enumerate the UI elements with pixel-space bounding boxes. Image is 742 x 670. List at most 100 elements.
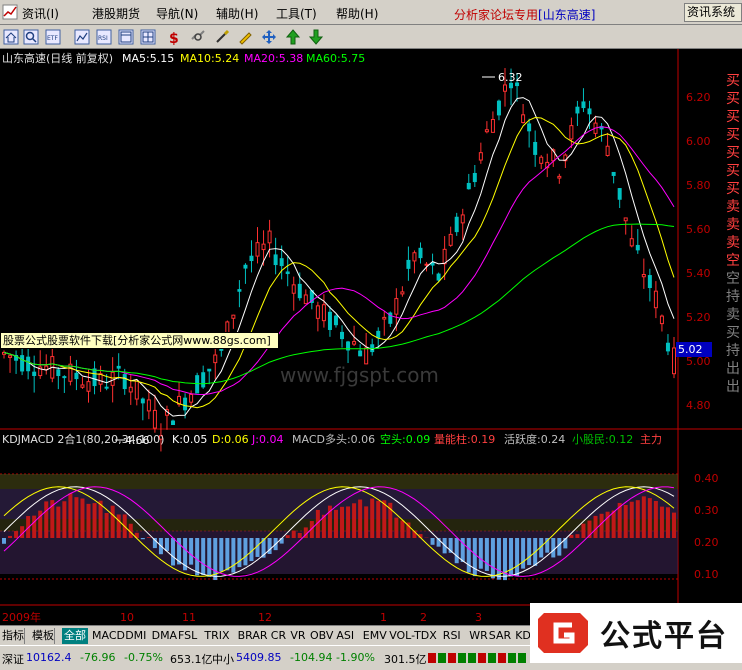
pencil-icon[interactable] xyxy=(237,29,253,45)
tab-dma[interactable]: DMA xyxy=(152,628,178,644)
candle-body xyxy=(605,145,610,156)
etf-icon[interactable]: ETF xyxy=(45,29,61,45)
zx-amount: 301.5亿 xyxy=(384,653,427,666)
indicator-bar xyxy=(484,538,489,571)
tab-macd[interactable]: MACD xyxy=(92,628,125,644)
indicator-bar xyxy=(104,513,109,538)
indicator-bar xyxy=(171,538,176,566)
market-block xyxy=(428,653,436,663)
menu-tools[interactable]: 工具(T) xyxy=(276,5,317,22)
indicator-bar xyxy=(207,538,212,577)
indicator-bar xyxy=(44,501,49,538)
candle-body xyxy=(653,290,658,309)
indicator-bar xyxy=(611,510,616,538)
home-icon[interactable] xyxy=(3,29,19,45)
chart-area[interactable]: 山东高速(日线 前复权) MA5:5.15 MA10:5.24 MA20:5.3… xyxy=(0,49,742,625)
tab--[interactable]: 模板 xyxy=(32,628,55,644)
tab-dmi[interactable]: DMI xyxy=(125,628,146,644)
sz-amount: 653.1亿 xyxy=(170,653,213,666)
sz-label: 深证 xyxy=(2,653,24,666)
menu-hk-futures[interactable]: 港股期货 xyxy=(92,5,140,22)
move-icon[interactable] xyxy=(261,29,277,45)
candle-body xyxy=(460,214,465,224)
indicator-bar xyxy=(56,506,61,538)
candle-body xyxy=(20,355,25,372)
indicator-bar xyxy=(285,535,290,538)
tab--[interactable]: 全部 xyxy=(62,628,88,644)
signal-char: 买 xyxy=(726,91,740,107)
info-system-button[interactable]: 资讯系统 xyxy=(684,3,742,22)
tab-trix[interactable]: TRIX xyxy=(204,628,229,644)
candle-body xyxy=(448,233,453,246)
dollar-icon[interactable]: $ xyxy=(166,29,182,45)
month-tick: 11 xyxy=(182,611,196,624)
market-block xyxy=(468,653,476,663)
signal-char: 持 xyxy=(726,343,740,359)
sz-change: -76.96 xyxy=(80,651,116,664)
candle-body xyxy=(412,252,417,262)
tab-fsl[interactable]: FSL xyxy=(178,628,197,644)
signal-char: 卖 xyxy=(726,235,740,251)
brush-icon[interactable] xyxy=(214,29,230,45)
candle-body xyxy=(496,100,501,116)
candle-body xyxy=(303,294,308,305)
rsi-icon[interactable]: RSI xyxy=(96,29,112,45)
indicator-bar xyxy=(80,498,85,538)
down-arrow-icon[interactable] xyxy=(308,29,324,45)
zx-value: 5409.85 xyxy=(236,651,282,664)
candle-body xyxy=(231,314,236,319)
grid-icon[interactable] xyxy=(140,29,156,45)
signal-char: 卖 xyxy=(726,199,740,215)
indicator-active: 活跃度:0.24 xyxy=(504,432,565,446)
tab-asi[interactable]: ASI xyxy=(336,628,354,644)
chart-icon[interactable] xyxy=(74,29,90,45)
zx-change: -104.94 xyxy=(290,651,333,664)
menu-assist[interactable]: 辅助(H) xyxy=(216,5,258,22)
indicator-bar xyxy=(333,509,338,538)
ad-banner[interactable]: 股票公式股票软件下载[分析家公式网www.88gs.com] xyxy=(0,332,279,349)
menu-navigate[interactable]: 导航(N) xyxy=(156,5,198,22)
window-icon[interactable] xyxy=(118,29,134,45)
high-label: 6.32 xyxy=(498,71,523,84)
tab-rsi[interactable]: RSI xyxy=(443,628,461,644)
indicator-bar xyxy=(382,500,387,538)
candle-body xyxy=(134,380,139,400)
indicator-bar xyxy=(201,538,206,576)
indicator-title: KDJMACD 2合1(80,20,34,100) xyxy=(2,432,164,446)
tab-sar[interactable]: SAR xyxy=(489,628,511,644)
candle-body xyxy=(201,372,206,388)
menu-help[interactable]: 帮助(H) xyxy=(336,5,378,22)
candle-body xyxy=(327,311,332,330)
signal-char: 卖 xyxy=(726,217,740,233)
chart-title: 山东高速(日线 前复权) xyxy=(2,51,113,65)
indicator-bar xyxy=(74,497,79,538)
signal-char: 持 xyxy=(726,289,740,305)
indicator-bar xyxy=(14,531,19,538)
tab-brar[interactable]: BRAR xyxy=(238,628,268,644)
candle-body xyxy=(171,420,176,426)
search-icon[interactable] xyxy=(23,29,39,45)
tab-vol-tdx[interactable]: VOL-TDX xyxy=(389,628,437,644)
candle-body xyxy=(581,101,586,109)
price-tick: 6.20 xyxy=(686,91,711,104)
indicator-bar xyxy=(551,538,556,558)
tab-vr[interactable]: VR xyxy=(290,628,305,644)
menu-info[interactable]: 资讯(I) xyxy=(22,5,59,22)
indicator-bar xyxy=(358,499,363,538)
candle-body xyxy=(569,125,574,140)
tab-cr[interactable]: CR xyxy=(271,628,286,644)
tab-emv[interactable]: EMV xyxy=(363,628,387,644)
indicator-bar xyxy=(291,530,296,538)
app-logo-icon[interactable] xyxy=(2,4,18,20)
up-arrow-icon[interactable] xyxy=(285,29,301,45)
indicator-bar xyxy=(62,501,67,538)
candle-body xyxy=(237,289,242,292)
indicator-bar xyxy=(32,515,37,538)
platform-badge[interactable]: 公式平台 xyxy=(530,603,742,663)
tab--[interactable]: 指标 xyxy=(2,628,25,644)
indicator-bar xyxy=(394,517,399,538)
tab-wr[interactable]: WR xyxy=(469,628,488,644)
tab-obv[interactable]: OBV xyxy=(310,628,333,644)
link-icon[interactable] xyxy=(190,29,206,45)
signal-char: 出 xyxy=(726,361,740,377)
